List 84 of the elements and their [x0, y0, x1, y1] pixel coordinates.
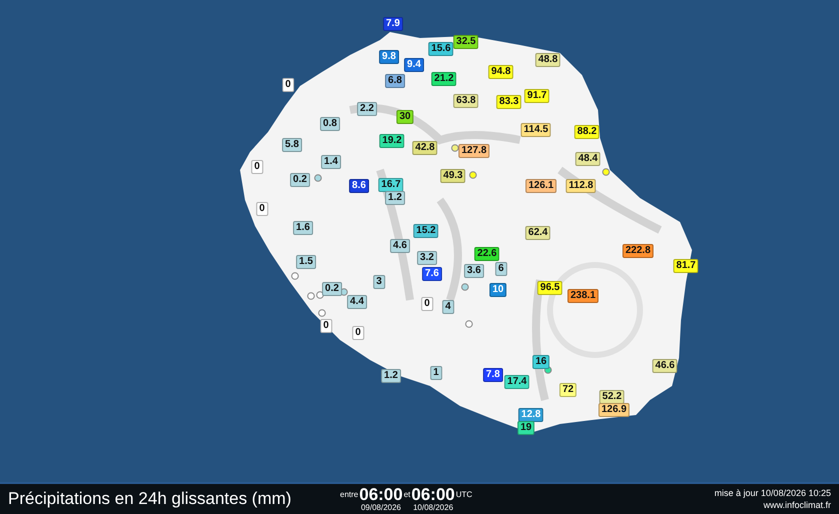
rainfall-label: 126.9: [598, 403, 630, 417]
rainfall-label: 12.8: [518, 408, 544, 422]
rainfall-label: 114.5: [520, 123, 552, 137]
rainfall-label: 96.5: [537, 281, 563, 295]
rainfall-label: 81.7: [673, 259, 699, 273]
rainfall-label: 6.8: [385, 74, 405, 88]
rainfall-label: 2.2: [357, 102, 377, 116]
rainfall-label: 4.4: [347, 295, 367, 309]
rainfall-label: 0: [320, 319, 332, 333]
rainfall-label: 0.8: [320, 117, 340, 131]
rainfall-label: 52.2: [599, 390, 625, 404]
rainfall-label: 0: [421, 297, 433, 311]
rainfall-label: 7.6: [422, 267, 442, 281]
rainfall-label: 9.8: [379, 50, 399, 64]
update-time: mise à jour 10/08/2026 10:25: [714, 487, 831, 499]
end-date: 10/08/2026: [413, 503, 454, 512]
rainfall-label: 19: [517, 421, 535, 435]
rainfall-label: 0: [282, 78, 294, 92]
rainfall-label: 83.3: [496, 95, 522, 109]
station-dot: [602, 168, 610, 176]
rainfall-label: 48.4: [575, 152, 601, 166]
rainfall-label: 0.2: [322, 282, 342, 296]
end-time: 06:00: [411, 486, 455, 503]
rainfall-label: 1.6: [293, 221, 313, 235]
rainfall-label: 1.4: [321, 155, 341, 169]
rainfall-label: 4.6: [390, 239, 410, 253]
rainfall-label: 1: [430, 366, 442, 380]
rainfall-label: 30: [396, 110, 414, 124]
rainfall-label: 1.2: [381, 369, 401, 383]
rainfall-label: 0: [256, 202, 268, 216]
rainfall-label: 16: [532, 355, 550, 369]
rainfall-label: 42.8: [412, 141, 438, 155]
rainfall-label: 22.6: [474, 247, 500, 261]
between-label: entre: [340, 490, 358, 499]
start-date: 09/08/2026: [360, 503, 401, 512]
start-time: 06:00: [359, 486, 403, 503]
station-dot: [291, 272, 299, 280]
rainfall-label: 0: [352, 326, 364, 340]
rainfall-label: 17.4: [504, 375, 530, 389]
station-dot: [465, 320, 473, 328]
rainfall-label: 4: [442, 300, 454, 314]
rainfall-label: 112.8: [566, 179, 596, 193]
rainfall-label: 49.3: [440, 169, 466, 183]
rainfall-label: 19.2: [379, 134, 405, 148]
station-dot: [461, 283, 469, 291]
rainfall-label: 238.1: [567, 289, 599, 303]
timezone-label: UTC: [456, 490, 472, 499]
rainfall-label: 72: [559, 383, 577, 397]
rainfall-label: 127.8: [458, 144, 490, 158]
rainfall-label: 16.7: [378, 178, 404, 192]
station-dot: [469, 171, 477, 179]
station-dot: [318, 309, 326, 317]
rainfall-label: 3.2: [417, 251, 437, 265]
rainfall-label: 15.2: [413, 224, 439, 238]
rainfall-label: 15.6: [428, 42, 454, 56]
rainfall-label: 8.6: [349, 179, 369, 193]
rainfall-label: 32.5: [453, 35, 479, 49]
rainfall-label: 0.2: [290, 173, 310, 187]
rainfall-label: 7.8: [483, 368, 503, 382]
rainfall-label: 1.5: [296, 255, 316, 269]
rainfall-label: 0: [251, 160, 263, 174]
rainfall-label: 6: [495, 262, 507, 276]
rainfall-label: 222.8: [622, 244, 654, 258]
rainfall-label: 7.9: [383, 17, 403, 31]
station-dot: [314, 174, 322, 182]
and-label: et: [404, 490, 410, 499]
rainfall-label: 46.6: [652, 359, 678, 373]
rainfall-label: 10: [489, 283, 507, 297]
rainfall-label: 21.2: [431, 72, 457, 86]
rainfall-label: 94.8: [488, 65, 514, 79]
rainfall-label: 62.4: [525, 226, 551, 240]
site-url: www.infoclimat.fr: [763, 499, 831, 511]
rainfall-label: 3.6: [464, 264, 484, 278]
rainfall-label: 3: [373, 275, 385, 289]
rainfall-label: 48.8: [535, 53, 561, 67]
rainfall-label: 9.4: [404, 58, 424, 72]
station-dot: [451, 144, 459, 152]
rainfall-label: 88.2: [574, 125, 600, 139]
rainfall-label: 1.2: [385, 191, 405, 205]
rainfall-label: 5.8: [282, 138, 302, 152]
map-title: Précipitations en 24h glissantes (mm): [8, 489, 292, 509]
rainfall-label: 63.8: [453, 94, 479, 108]
rainfall-label: 91.7: [524, 89, 550, 103]
rainfall-label: 126.1: [525, 179, 557, 193]
